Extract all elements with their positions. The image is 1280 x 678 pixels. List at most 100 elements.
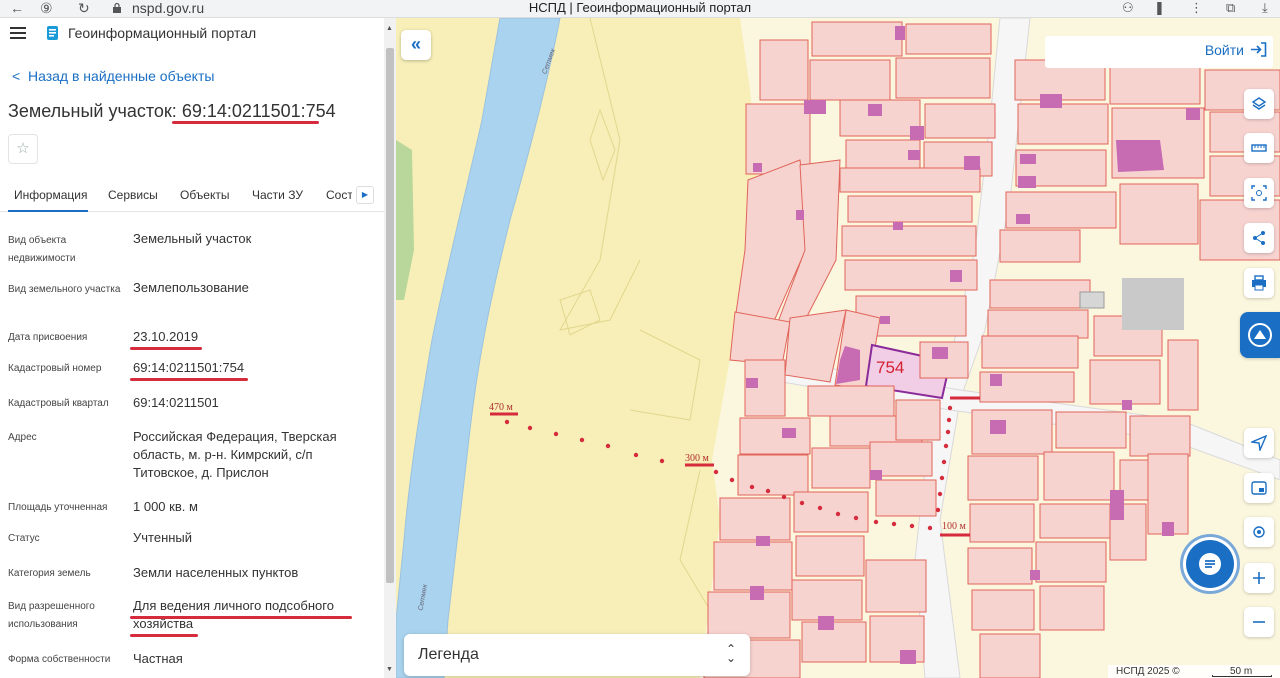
prop-label-cadastral-number: Кадастровый номер: [8, 363, 102, 374]
favorite-star-icon[interactable]: ☆: [8, 134, 38, 164]
layers-icon: [1251, 97, 1267, 110]
object-info-panel: Геоинформационный портал < Назад в найде…: [0, 18, 384, 678]
layers-button[interactable]: [1244, 89, 1274, 119]
zoom-out-button[interactable]: [1244, 607, 1274, 637]
browser-bar: ← ⑨ ↻ nspd.gov.ru НСПД | Геоинформационн…: [0, 0, 1280, 18]
share-icon: [1253, 231, 1265, 245]
locate-button[interactable]: [1244, 428, 1274, 458]
object-title: Земельный участок: 69:14:0211501:754: [8, 101, 336, 122]
map-attribution: НСПД 2025 ©: [1116, 666, 1180, 677]
distance-label-100: 100 м: [942, 521, 966, 532]
distance-label-470: 470 м: [489, 402, 513, 413]
tabs-scroll-right-icon[interactable]: ▶: [356, 186, 374, 204]
prop-label-permitted-use: Вид разрешенного использования: [8, 601, 95, 630]
underline-cadastral-number: [130, 378, 248, 381]
prop-value-object-type: Земельный участок: [133, 231, 252, 246]
map-canvas[interactable]: Сетмек Сетмек 470 м 300 м 100 м: [396, 18, 1280, 678]
prop-value-area: 1 000 кв. м: [133, 499, 198, 514]
prop-label-area: Площадь уточненная: [8, 502, 108, 513]
collapse-panel-icon[interactable]: «: [401, 30, 431, 60]
pin-icon: [1253, 526, 1265, 538]
underline-assign-date: [130, 347, 202, 350]
chevron-left-icon: <: [12, 68, 28, 84]
tab-parts[interactable]: Части ЗУ: [252, 188, 303, 202]
scale-bar: [1212, 675, 1272, 677]
map-footer: НСПД 2025 © 50 m: [1108, 665, 1280, 678]
map-layer: [396, 18, 1280, 678]
ruler-button[interactable]: [1244, 133, 1274, 163]
prop-label-ownership: Форма собственности: [8, 654, 111, 665]
prop-value-assign-date: 23.10.2019: [133, 329, 199, 344]
prop-label-address: Адрес: [8, 432, 37, 443]
prop-value-cadastral-quarter: 69:14:0211501: [133, 395, 219, 410]
prop-value-cadastral-number: 69:14:0211501:754: [133, 360, 245, 375]
legend-label: Легенда: [418, 646, 479, 663]
back-to-results-link[interactable]: < Назад в найденные объекты: [12, 68, 214, 84]
object-title-prefix: Земельный участок:: [8, 101, 177, 121]
tab-information[interactable]: Информация: [14, 188, 87, 202]
gray-building: [1122, 278, 1184, 330]
chat-button[interactable]: [1186, 540, 1234, 588]
object-title-number: 69:14:0211501:754: [181, 101, 336, 121]
tab-objects[interactable]: Объекты: [180, 188, 230, 202]
prop-label-status: Статус: [8, 533, 40, 544]
underline-title-number: [172, 121, 319, 124]
ruler-icon: [1251, 144, 1267, 152]
page-title-bar: НСПД | Геоинформационный портал: [528, 0, 752, 15]
prop-value-ownership: Частная: [133, 651, 183, 666]
zoom-out-icon: [1253, 621, 1265, 623]
scroll-up-icon[interactable]: ▲: [386, 25, 393, 32]
scrollbar-thumb[interactable]: [386, 48, 394, 583]
assistant-button[interactable]: [1240, 312, 1280, 358]
download-icon[interactable]: ⤓: [1262, 0, 1268, 16]
parcel-label[interactable]: 754: [876, 358, 904, 378]
prop-value-status: Учтенный: [133, 530, 193, 545]
prop-value-address: Российская Федерация, Тверская область, …: [133, 429, 337, 480]
prop-label-object-type: Вид объекта недвижимости: [8, 235, 76, 264]
portal-name: Геоинформационный портал: [68, 25, 257, 41]
login-arrow-icon: [1251, 42, 1267, 57]
prop-value-land-type: Землепользование: [133, 280, 249, 295]
prop-label-assign-date: Дата присвоения: [8, 332, 88, 343]
extensions-icon[interactable]: ⧉: [1226, 0, 1235, 16]
print-icon: [1252, 275, 1266, 291]
underline-permitted-use-2: [130, 634, 198, 637]
print-button[interactable]: [1244, 268, 1274, 298]
prop-label-cadastral-quarter: Кадастровый квартал: [8, 398, 109, 409]
pin-button[interactable]: [1244, 517, 1274, 547]
zoom-in-icon: [1253, 572, 1265, 584]
login-label: Войти: [1204, 42, 1244, 58]
select-area-icon: [1251, 185, 1267, 201]
login-area: Войти: [1045, 36, 1273, 68]
scroll-down-icon[interactable]: ▼: [386, 666, 393, 673]
zoom-in-button[interactable]: [1244, 563, 1274, 593]
login-button[interactable]: Войти: [1205, 42, 1267, 58]
prop-label-land-category: Категория земель: [8, 568, 91, 579]
gray-building-small: [1079, 291, 1105, 309]
select-area-button[interactable]: [1244, 178, 1274, 208]
locate-icon: [1249, 434, 1268, 453]
back-link-label: Назад в найденные объекты: [27, 68, 215, 84]
panel-scrollbar[interactable]: ▲ ▼: [384, 18, 396, 678]
tab-composition[interactable]: Состав: [326, 188, 352, 202]
hamburger-menu-icon[interactable]: [10, 27, 26, 39]
underline-permitted-use-1: [130, 616, 352, 619]
expand-collapse-icon: ⌃ ⌄: [725, 642, 736, 665]
minimap-icon: [1251, 481, 1267, 495]
info-tabs: Информация Сервисы Объекты Части ЗУ Сост…: [0, 178, 384, 212]
portal-logo-icon: [47, 26, 58, 40]
bookmark-icon[interactable]: ❚: [1154, 0, 1165, 16]
prop-value-permitted-use: Для ведения личного подсобного хозяйства: [133, 598, 334, 631]
share-button[interactable]: [1244, 223, 1274, 253]
legend-dropdown[interactable]: Легенда ⌃ ⌄: [404, 634, 750, 676]
prop-label-land-type: Вид земельного участка: [8, 284, 121, 295]
incognito-icon[interactable]: ⚇: [1122, 0, 1134, 16]
tab-services[interactable]: Сервисы: [108, 188, 158, 202]
assistant-icon: [1248, 323, 1272, 347]
active-tab-indicator: [8, 210, 88, 212]
menu-dots-icon[interactable]: ⋮: [1190, 0, 1203, 16]
distance-label-300: 300 м: [685, 453, 709, 464]
chat-icon: [1199, 553, 1221, 575]
minimap-button[interactable]: [1244, 473, 1274, 503]
prop-value-land-category: Земли населенных пунктов: [133, 565, 299, 580]
